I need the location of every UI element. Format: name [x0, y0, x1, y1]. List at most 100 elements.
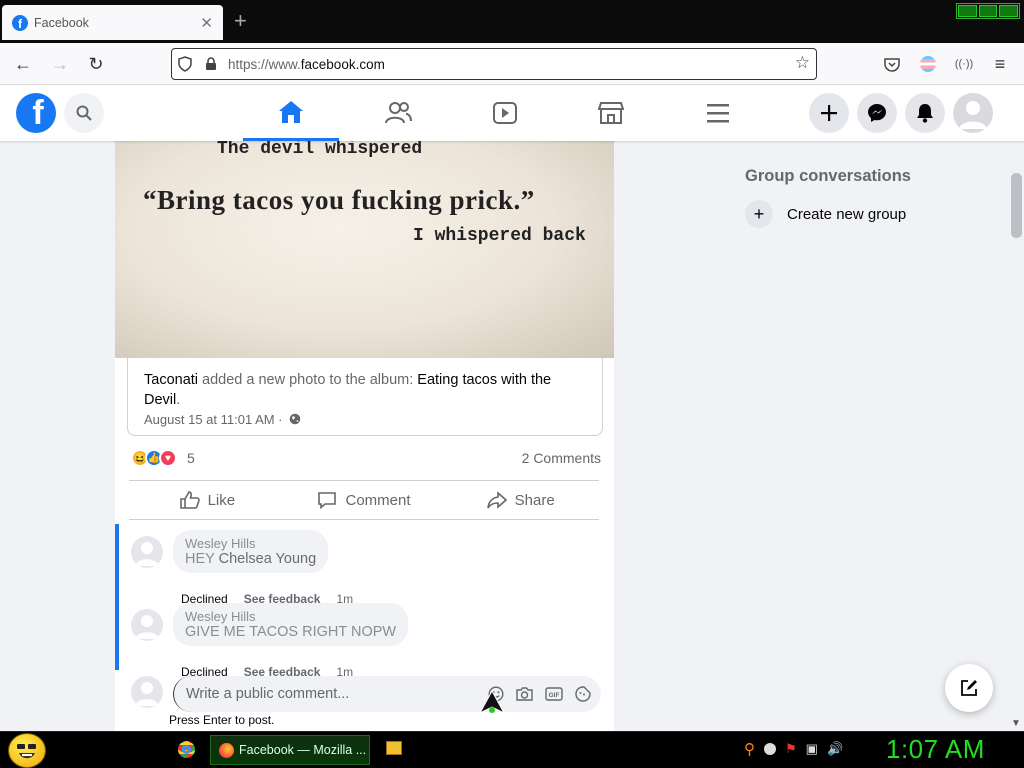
- extension-icon[interactable]: ((·)): [949, 49, 979, 79]
- system-tray: ⚲ ⚑ ▣ 🔊: [744, 740, 843, 758]
- tab-watch[interactable]: [457, 85, 553, 141]
- extension-flag-icon[interactable]: [913, 49, 943, 79]
- press-enter-hint: Press Enter to post.: [169, 713, 275, 727]
- post-photo[interactable]: The devil whispered “Bring tacos you fuc…: [115, 141, 614, 358]
- reload-icon[interactable]: ↻: [81, 49, 111, 79]
- reactions-summary: 😆 👍 ♥ 5 2 Comments: [131, 447, 601, 469]
- marketplace-icon: [598, 102, 624, 124]
- navigation-toolbar: ← → ↻ https://www. facebook.com ☆ ((·)) ≡: [0, 43, 1024, 85]
- forward-icon[interactable]: →: [45, 49, 75, 79]
- comment-text: HEY Chelsea Young: [185, 551, 317, 567]
- right-sidebar: Group conversations + Create new group: [745, 167, 1005, 228]
- page-content: The devil whispered “Bring tacos you fuc…: [0, 141, 1024, 731]
- pocket-icon[interactable]: [877, 49, 907, 79]
- comment-thread-indicator: [115, 524, 119, 670]
- compose-icon: [961, 680, 977, 696]
- chrome-icon[interactable]: [178, 741, 195, 758]
- flag-tray-icon[interactable]: ⚑: [785, 741, 797, 757]
- comment-bubble: Wesley Hills HEY Chelsea Young: [173, 530, 329, 573]
- messenger-icon: [868, 104, 886, 122]
- camera-icon[interactable]: [516, 686, 533, 702]
- comment-bubble: Wesley Hills GIVE ME TACOS RIGHT NOPW: [173, 603, 409, 646]
- own-avatar[interactable]: [131, 676, 163, 708]
- photo-text-line: I whispered back: [413, 226, 586, 246]
- create-button[interactable]: [809, 93, 849, 133]
- status-tray-icon[interactable]: [764, 743, 776, 755]
- hamburger-icon: [707, 104, 729, 123]
- album-attachment[interactable]: Taconati added a new photo to the album:…: [127, 358, 603, 436]
- facebook-logo-icon[interactable]: f: [16, 93, 56, 133]
- gif-icon[interactable]: GIF: [545, 686, 563, 702]
- menu-icon[interactable]: ≡: [985, 49, 1015, 79]
- tab-home[interactable]: [243, 85, 339, 141]
- commenter-avatar[interactable]: [131, 609, 163, 641]
- tab-strip: f Facebook ✕ +: [0, 0, 1024, 43]
- scrollbar-thumb[interactable]: [1011, 173, 1022, 238]
- friends-icon: [385, 102, 412, 124]
- sticker-icon[interactable]: [575, 686, 591, 702]
- url-host: facebook.com: [300, 56, 385, 72]
- start-smiley-icon[interactable]: [8, 733, 46, 768]
- love-reaction-icon[interactable]: ♥: [159, 449, 177, 467]
- bookmark-star-icon[interactable]: ☆: [795, 53, 810, 73]
- tab-marketplace[interactable]: [563, 85, 659, 141]
- comment-text: GIVE ME TACOS RIGHT NOPW: [185, 624, 397, 640]
- photo-text-line: The devil whispered: [217, 141, 423, 159]
- bell-icon: [917, 104, 933, 123]
- mention-link[interactable]: Chelsea Young: [219, 551, 317, 567]
- scroll-down-arrow-icon[interactable]: ▼: [1011, 718, 1021, 729]
- shield-icon[interactable]: [172, 51, 198, 77]
- close-tab-icon[interactable]: ✕: [200, 14, 213, 32]
- share-button[interactable]: Share: [442, 481, 599, 519]
- group-conversations-heading: Group conversations: [745, 167, 911, 185]
- folder-icon[interactable]: [386, 741, 402, 755]
- create-new-group-button[interactable]: + Create new group: [745, 200, 1005, 228]
- commenter-avatar[interactable]: [131, 536, 163, 568]
- photo-text-line: “Bring tacos you fucking prick.”: [143, 185, 535, 215]
- volume-tray-icon[interactable]: 🔊: [827, 741, 843, 757]
- search-icon[interactable]: [64, 93, 104, 133]
- reaction-count[interactable]: 5: [187, 450, 195, 466]
- lock-icon[interactable]: [198, 51, 224, 77]
- tab-friends[interactable]: [350, 85, 446, 141]
- new-tab-button[interactable]: +: [234, 9, 247, 33]
- messenger-button[interactable]: [857, 93, 897, 133]
- share-icon: [486, 491, 507, 509]
- notifications-button[interactable]: [905, 93, 945, 133]
- comment-author[interactable]: Wesley Hills: [185, 609, 396, 624]
- network-tray-icon[interactable]: ▣: [806, 741, 818, 757]
- post-actions: Like Comment Share: [129, 480, 599, 520]
- comments-count[interactable]: 2 Comments: [522, 450, 601, 466]
- window-controls[interactable]: [956, 3, 1020, 19]
- comment-input[interactable]: Write a public comment... GIF: [173, 676, 601, 712]
- taskbar-clock[interactable]: 1:07 AM: [886, 734, 985, 765]
- firefox-icon: [219, 742, 234, 758]
- plus-icon: +: [745, 200, 773, 228]
- comment-author[interactable]: Wesley Hills: [185, 536, 316, 551]
- comment-composer: Write a public comment... GIF: [131, 674, 601, 714]
- globe-icon: [289, 413, 301, 425]
- search-tray-icon[interactable]: ⚲: [744, 740, 755, 758]
- tab-menu[interactable]: [670, 85, 766, 141]
- tab-facebook[interactable]: f Facebook ✕: [2, 5, 223, 40]
- comment-button[interactable]: Comment: [286, 481, 443, 519]
- facebook-header: f: [0, 85, 1024, 141]
- profile-avatar[interactable]: [953, 93, 993, 133]
- page-scrollbar[interactable]: ▼: [1008, 141, 1024, 731]
- thumbs-up-icon: [179, 491, 200, 509]
- tab-title: Facebook: [34, 15, 89, 30]
- facebook-favicon-icon: f: [12, 14, 28, 31]
- address-bar[interactable]: https://www. facebook.com ☆: [171, 48, 817, 80]
- plus-icon: [821, 105, 837, 121]
- watch-icon: [493, 102, 517, 124]
- back-icon[interactable]: ←: [8, 49, 38, 79]
- mouse-cursor-icon: [478, 689, 506, 715]
- post-date[interactable]: August 15 at 11:01 AM ·: [144, 410, 586, 430]
- url-prefix: https://www.: [228, 56, 301, 72]
- new-message-button[interactable]: [945, 664, 993, 712]
- attachment-description: Taconati added a new photo to the album:…: [144, 372, 552, 408]
- actor-name[interactable]: Taconati: [144, 372, 198, 388]
- browser-window: f Facebook ✕ + ← → ↻ https://www. faceboo…: [0, 0, 1024, 731]
- taskbar-firefox-task[interactable]: Facebook — Mozilla ...: [210, 735, 370, 765]
- like-button[interactable]: Like: [129, 481, 286, 519]
